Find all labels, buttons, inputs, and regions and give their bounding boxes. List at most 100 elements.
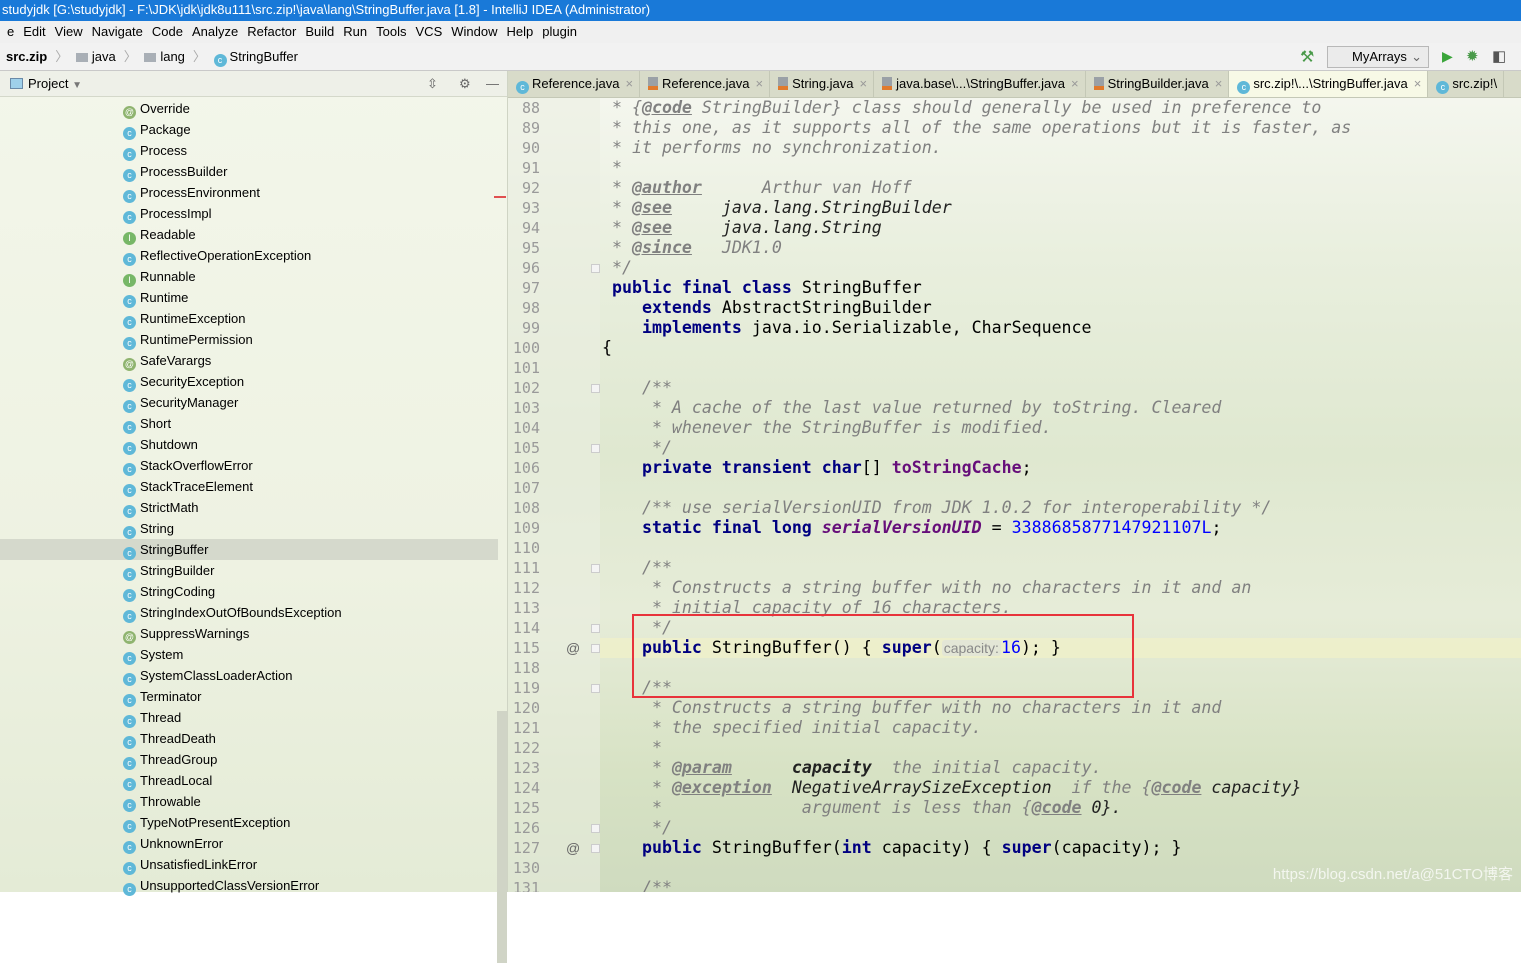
tree-item[interactable]: c RuntimePermission xyxy=(0,329,498,350)
menu-vcs[interactable]: VCS xyxy=(416,24,443,39)
tree-item[interactable]: c ProcessImpl xyxy=(0,203,498,224)
tree-item[interactable]: c SecurityManager xyxy=(0,392,498,413)
menu-help[interactable]: Help xyxy=(507,24,534,39)
tree-item[interactable]: c StringIndexOutOfBoundsException xyxy=(0,602,498,623)
editor-tab[interactable]: c src.zip!\ xyxy=(1428,71,1505,97)
editor-tab[interactable]: java.base\...\StringBuffer.java × xyxy=(874,71,1086,97)
line-number: 92 xyxy=(521,179,540,197)
fold-toggle-icon[interactable] xyxy=(591,444,600,453)
sidebar-scrollbar[interactable] xyxy=(497,711,507,963)
code-token: 3388685877147921107L xyxy=(1011,518,1212,537)
fold-toggle-icon[interactable] xyxy=(591,644,600,653)
tree-item[interactable]: c StrictMath xyxy=(0,497,498,518)
fold-toggle-icon[interactable] xyxy=(591,264,600,273)
tree-item[interactable]: c Short xyxy=(0,413,498,434)
tree-item[interactable]: c Terminator xyxy=(0,686,498,707)
tree-item[interactable]: c RuntimeException xyxy=(0,308,498,329)
tree-item[interactable]: c Shutdown xyxy=(0,434,498,455)
tree-item[interactable]: @ Override xyxy=(0,98,498,119)
tree-item[interactable]: c Runtime xyxy=(0,287,498,308)
line-number: 90 xyxy=(521,139,540,157)
tree-item[interactable]: c Thread xyxy=(0,707,498,728)
menu-plugin[interactable]: plugin xyxy=(542,24,577,39)
menu-edit[interactable]: Edit xyxy=(23,24,45,39)
breadcrumb-src-zip[interactable]: src.zip xyxy=(6,43,47,71)
tree-item[interactable]: c Process xyxy=(0,140,498,161)
project-view-dropdown[interactable]: Project xyxy=(28,76,68,91)
tree-item[interactable]: c ThreadDeath xyxy=(0,728,498,749)
breadcrumb-stringbuffer[interactable]: StringBuffer xyxy=(230,43,298,71)
annotation-icon: @ xyxy=(123,358,136,371)
fold-toggle-icon[interactable] xyxy=(591,684,600,693)
tree-item[interactable]: c UnknownError xyxy=(0,833,498,854)
build-hammer-icon[interactable]: ⚒ xyxy=(1300,47,1314,67)
close-tab-icon[interactable]: × xyxy=(1071,76,1079,91)
editor-tab[interactable]: StringBuilder.java × xyxy=(1086,71,1230,97)
menu-tools[interactable]: Tools xyxy=(376,24,406,39)
coverage-icon[interactable]: ◧ xyxy=(1492,47,1506,65)
tree-item[interactable]: c StringBuilder xyxy=(0,560,498,581)
close-tab-icon[interactable]: × xyxy=(625,76,633,91)
tree-item[interactable]: I Runnable xyxy=(0,266,498,287)
menu-navigate[interactable]: Navigate xyxy=(92,24,143,39)
breadcrumb-lang[interactable]: lang xyxy=(160,43,185,71)
run-icon[interactable]: ▶ xyxy=(1442,48,1453,65)
fold-toggle-icon[interactable] xyxy=(591,384,600,393)
tree-item[interactable]: c UnsatisfiedLinkError xyxy=(0,854,498,875)
run-configuration-select[interactable]: MyArrays ⌄ xyxy=(1327,46,1429,68)
tree-item[interactable]: @ SafeVarargs xyxy=(0,350,498,371)
collapse-all-icon[interactable]: ⇳ xyxy=(427,71,438,97)
menu-window[interactable]: Window xyxy=(451,24,497,39)
tree-item[interactable]: c TypeNotPresentException xyxy=(0,812,498,833)
menu-build[interactable]: Build xyxy=(305,24,334,39)
class-icon: c xyxy=(123,316,136,329)
class-icon: c xyxy=(123,379,136,392)
fold-toggle-icon[interactable] xyxy=(591,624,600,633)
debug-icon[interactable]: ✹ xyxy=(1466,47,1479,65)
tree-item[interactable]: c System xyxy=(0,644,498,665)
override-marker-icon[interactable]: @ xyxy=(566,838,580,858)
code-line: * @exception NegativeArraySizeException … xyxy=(602,778,1301,798)
tree-item[interactable]: c ThreadLocal xyxy=(0,770,498,791)
menu-analyze[interactable]: Analyze xyxy=(192,24,238,39)
tree-item[interactable]: c StackOverflowError xyxy=(0,455,498,476)
tree-item[interactable]: c ThreadGroup xyxy=(0,749,498,770)
tree-item[interactable]: I Readable xyxy=(0,224,498,245)
tree-item[interactable]: c ProcessBuilder xyxy=(0,161,498,182)
tree-item[interactable]: c ReflectiveOperationException xyxy=(0,245,498,266)
close-tab-icon[interactable]: × xyxy=(1215,76,1223,91)
fold-toggle-icon[interactable] xyxy=(591,564,600,573)
menu-refactor[interactable]: Refactor xyxy=(247,24,296,39)
code-editor[interactable]: 88 89 90 91 92 93 94 95 96 97 98 99 100 101 102 103 104 1… xyxy=(508,98,1521,892)
menu-view[interactable]: View xyxy=(55,24,83,39)
editor-tab[interactable]: c src.zip!\...\StringBuffer.java × xyxy=(1229,71,1429,97)
menu-run[interactable]: Run xyxy=(343,24,367,39)
breadcrumb-java[interactable]: java xyxy=(92,43,116,71)
close-tab-icon[interactable]: × xyxy=(860,76,868,91)
hide-panel-icon[interactable]: — xyxy=(486,71,499,97)
close-tab-icon[interactable]: × xyxy=(756,76,764,91)
tree-item[interactable]: c ProcessEnvironment xyxy=(0,182,498,203)
tree-item[interactable]: c String xyxy=(0,518,498,539)
tree-item[interactable]: c SystemClassLoaderAction xyxy=(0,665,498,686)
tree-item[interactable]: c StringCoding xyxy=(0,581,498,602)
editor-tab[interactable]: Reference.java × xyxy=(640,71,771,97)
tree-item[interactable]: c StackTraceElement xyxy=(0,476,498,497)
editor-tab[interactable]: String.java × xyxy=(770,71,875,97)
gear-icon[interactable]: ⚙ xyxy=(459,71,471,97)
fold-toggle-icon[interactable] xyxy=(591,824,600,833)
close-tab-icon[interactable]: × xyxy=(1414,76,1422,91)
code-token: * xyxy=(602,178,632,197)
tree-item[interactable]: @ SuppressWarnings xyxy=(0,623,498,644)
tree-item[interactable]: c SecurityException xyxy=(0,371,498,392)
tree-item[interactable]: c Package xyxy=(0,119,498,140)
tree-item[interactable]: c UnsupportedClassVersionError xyxy=(0,875,498,896)
editor-tab[interactable]: c Reference.java × xyxy=(508,71,641,97)
tree-item[interactable]: c Throwable xyxy=(0,791,498,812)
override-marker-icon[interactable]: @ xyxy=(566,638,580,658)
menu-e[interactable]: e xyxy=(7,24,14,39)
menu-code[interactable]: Code xyxy=(152,24,183,39)
code-token: * xyxy=(602,738,662,757)
tree-item[interactable]: c StringBuffer xyxy=(0,539,498,560)
fold-toggle-icon[interactable] xyxy=(591,844,600,853)
